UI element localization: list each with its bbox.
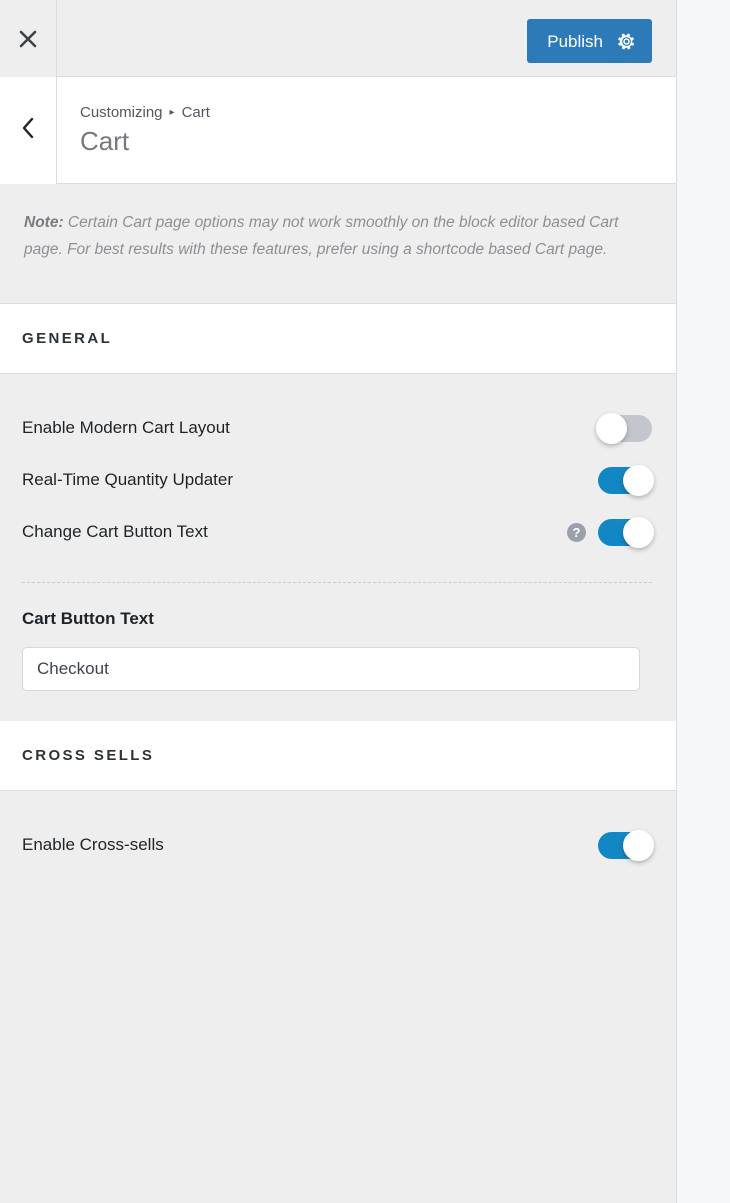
toggle-change-cart-button-text[interactable] — [598, 516, 654, 548]
customizer-screen: Publish Customizing ▸ Cart Cart Note: Ce… — [0, 0, 730, 1203]
setting-control — [598, 464, 654, 496]
breadcrumb-separator-icon: ▸ — [169, 106, 175, 118]
setting-row-real-time-quantity-updater: Real-Time Quantity Updater — [22, 454, 654, 506]
note-body: Certain Cart page options may not work s… — [24, 214, 619, 258]
panel-header-text: Customizing ▸ Cart Cart — [80, 77, 210, 184]
panel-header: Customizing ▸ Cart Cart — [0, 77, 676, 184]
toggle-enable-cross-sells[interactable] — [598, 829, 654, 861]
setting-row-enable-modern-cart-layout: Enable Modern Cart Layout — [22, 402, 652, 454]
note-label: Note: — [24, 214, 64, 231]
close-customizer-button[interactable] — [0, 0, 57, 77]
customizer-topbar: Publish — [0, 0, 676, 77]
breadcrumb-current: Cart — [181, 103, 210, 121]
setting-label: Real-Time Quantity Updater — [22, 470, 234, 490]
setting-label: Enable Cross-sells — [22, 835, 164, 855]
help-icon[interactable]: ? — [567, 522, 586, 542]
toggle-real-time-quantity-updater[interactable] — [598, 464, 654, 496]
gear-icon[interactable] — [617, 32, 636, 51]
page-title: Cart — [80, 125, 130, 156]
setting-label: Change Cart Button Text — [22, 522, 208, 542]
toggle-enable-modern-cart-layout[interactable] — [596, 412, 652, 444]
section-title-general: GENERAL — [0, 304, 676, 375]
sidebar-filler — [0, 901, 676, 1162]
toggle-knob — [623, 464, 654, 496]
customizer-sidebar: Publish Customizing ▸ Cart Cart Note: Ce… — [0, 0, 677, 1203]
close-icon — [17, 28, 39, 50]
publish-button[interactable]: Publish — [527, 19, 652, 63]
setting-row-enable-cross-sells: Enable Cross-sells — [22, 819, 654, 871]
setting-control: ? — [567, 516, 654, 548]
section-title-cross-sells: CROSS SELLS — [0, 721, 676, 792]
section-body-cross-sells: Enable Cross-sells — [0, 791, 676, 902]
toggle-knob — [623, 516, 654, 548]
toggle-knob — [623, 829, 654, 861]
cart-button-text-label: Cart Button Text — [22, 609, 154, 629]
chevron-left-icon — [20, 116, 36, 145]
setting-control — [598, 829, 654, 861]
note-block: Note: Certain Cart page options may not … — [0, 184, 676, 305]
breadcrumb-root[interactable]: Customizing — [80, 104, 163, 122]
back-button[interactable] — [0, 77, 57, 184]
publish-button-label: Publish — [547, 31, 603, 51]
setting-row-change-cart-button-text: Change Cart Button Text ? — [22, 506, 654, 558]
section-body-general: Enable Modern Cart Layout Real-Time Quan… — [0, 374, 676, 722]
setting-label: Enable Modern Cart Layout — [22, 418, 230, 438]
cart-button-text-input[interactable] — [22, 647, 640, 692]
note-text: Note: Certain Cart page options may not … — [24, 210, 652, 263]
toggle-knob — [596, 412, 627, 444]
setting-control — [596, 412, 652, 444]
field-group-cart-button-text: Cart Button Text — [22, 583, 652, 692]
breadcrumb: Customizing ▸ Cart — [80, 104, 210, 122]
preview-pane — [678, 0, 730, 1203]
